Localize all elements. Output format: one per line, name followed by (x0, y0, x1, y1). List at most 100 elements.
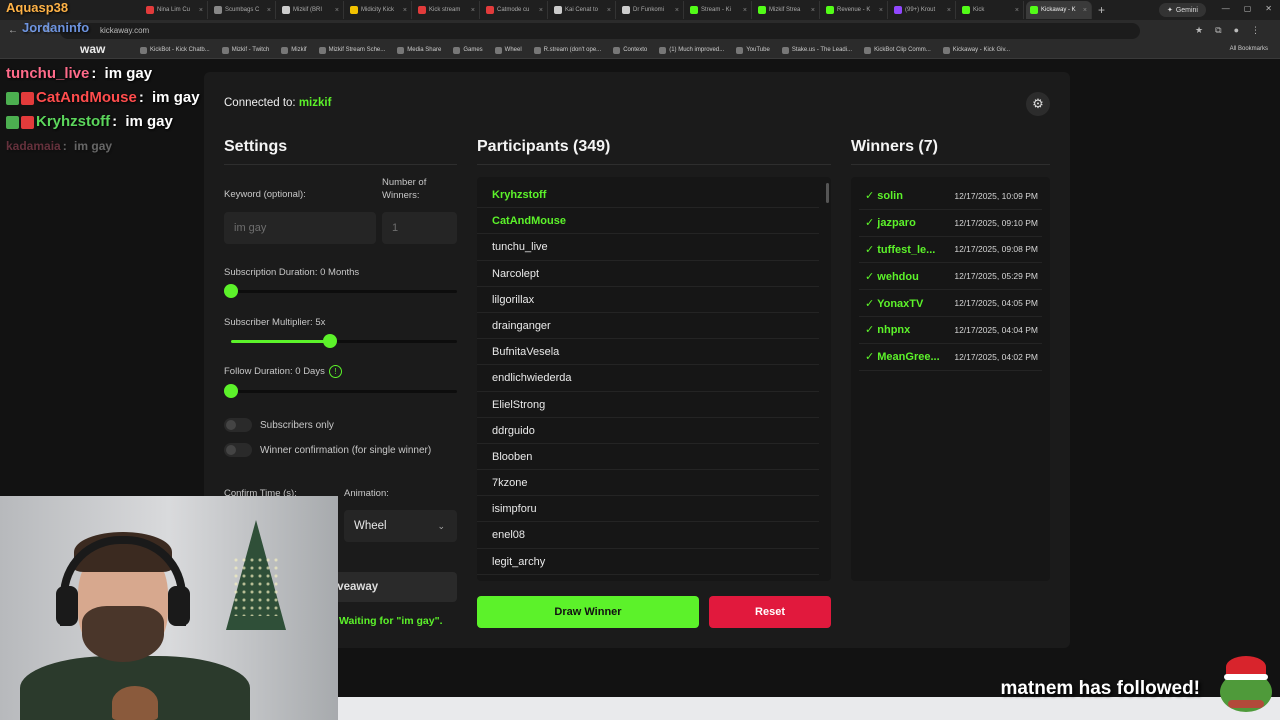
participant-row[interactable]: drainganger (477, 313, 819, 340)
winner-row[interactable]: ✓ nhpnx 12/17/2025, 04:04 PM (859, 317, 1042, 344)
browser-tab[interactable]: Catmode cu × (482, 1, 548, 19)
reset-button[interactable]: Reset (709, 596, 831, 628)
info-icon[interactable]: ! (328, 365, 342, 378)
participant-row[interactable]: ddrguido (477, 418, 819, 444)
extensions-icon[interactable]: ⧉ (1215, 25, 1221, 36)
tab-close-icon[interactable]: × (947, 7, 951, 14)
participant-row[interactable]: Kryhzstoff (477, 182, 819, 209)
settings-button[interactable]: ⚙ (1026, 92, 1050, 116)
participant-row[interactable]: tunchu_live (477, 234, 819, 261)
browser-tab[interactable]: Kai Cenat to × (550, 1, 616, 19)
bookmark-item[interactable]: R.stream (don't ope... (533, 46, 601, 54)
bookmark-item[interactable]: Wheel (494, 46, 522, 54)
bookmark-item[interactable]: Stake.us - The Leadi... (781, 46, 852, 54)
follow-duration-slider[interactable] (224, 384, 457, 398)
tab-close-icon[interactable]: × (879, 7, 883, 14)
tab-close-icon[interactable]: × (1015, 7, 1019, 14)
slider-handle[interactable] (224, 284, 238, 298)
bookmark-item[interactable]: Mizkif (281, 46, 307, 54)
winner-name: ✓ tuffest_le... (865, 243, 936, 256)
winner-row[interactable]: ✓ tuffest_le... 12/17/2025, 09:08 PM (859, 237, 1042, 264)
bookmark-star-icon[interactable]: ★ (1195, 25, 1203, 36)
maximize-icon[interactable]: ▢ (1244, 4, 1252, 13)
browser-tab[interactable]: Stream - Ki × (686, 1, 752, 19)
slider-handle[interactable] (323, 334, 338, 348)
browser-tab[interactable]: Scumbags C × (210, 1, 276, 19)
participant-row[interactable]: enel08 (477, 522, 819, 549)
browser-tab[interactable]: Mizkif Strea × (754, 1, 820, 19)
winner-confirm-toggle[interactable] (224, 443, 252, 457)
sub-duration-slider[interactable] (224, 284, 457, 298)
bookmark-item[interactable]: Media Share (397, 46, 441, 54)
menu-icon[interactable]: ⋮ (1251, 25, 1260, 36)
stream-chat-overlay: tunchu_live: im gay CatAndMouse: im gay Kr… (6, 62, 206, 158)
browser-tab[interactable]: Midicity Kick × (346, 1, 412, 19)
new-tab-button[interactable]: + (1098, 3, 1105, 17)
participant-row[interactable]: isimpforu (477, 496, 819, 523)
tab-close-icon[interactable]: × (403, 7, 407, 14)
bookmark-item[interactable]: YouTube (736, 46, 770, 54)
tab-label: Mizkif Strea (769, 7, 801, 13)
winners-count-input[interactable]: 1 (382, 212, 457, 244)
tab-close-icon[interactable]: × (199, 7, 203, 14)
participant-row[interactable]: 7kzone (477, 470, 819, 497)
subscribers-only-toggle[interactable] (224, 418, 252, 432)
winner-row[interactable]: ✓ jazparo 12/17/2025, 09:10 PM (859, 210, 1042, 237)
participant-row[interactable]: CatAndMouse (477, 208, 819, 235)
bookmark-item[interactable]: Mizkif Stream Sche... (318, 46, 385, 54)
tab-close-icon[interactable]: × (811, 7, 815, 14)
minimize-icon[interactable]: — (1222, 4, 1230, 13)
browser-tab[interactable]: Nina Lim Cu × (142, 1, 208, 19)
bookmark-item[interactable]: KickBot - Kick Chatb... (140, 46, 210, 54)
bookmark-item[interactable]: Games (453, 46, 483, 54)
gemini-button[interactable]: ✦ Gemini (1158, 3, 1206, 17)
sub-multiplier-slider[interactable] (231, 334, 457, 348)
participant-row[interactable]: lilgorillax (477, 287, 819, 313)
bookmark-item[interactable]: KickBot Clip Comm... (864, 46, 931, 54)
participant-row[interactable]: ElielStrong (477, 392, 819, 418)
participants-scrollbar[interactable] (826, 183, 829, 203)
tab-close-icon[interactable]: × (539, 7, 543, 14)
tab-close-icon[interactable]: × (743, 7, 747, 14)
participant-row[interactable]: BufnitaVesela (477, 339, 819, 366)
tab-close-icon[interactable]: × (267, 7, 271, 14)
participant-row[interactable]: endlichwiederda (477, 365, 819, 392)
winner-row[interactable]: ✓ solin 12/17/2025, 10:09 PM (859, 183, 1042, 210)
chat-badge-icon (6, 91, 19, 105)
browser-tab[interactable]: (99+) Krout × (890, 1, 956, 19)
tab-close-icon[interactable]: × (471, 7, 475, 14)
tab-close-icon[interactable]: × (1083, 7, 1087, 14)
participants-list[interactable]: Kryhzstoff CatAndMouse tunchu_live Narcolep… (477, 177, 831, 581)
url-field[interactable]: kickaway.com (60, 23, 1140, 39)
tab-close-icon[interactable]: × (335, 7, 339, 14)
winner-timestamp: 12/17/2025, 10:09 PM (954, 190, 1038, 201)
browser-tab[interactable]: Revenue - K × (822, 1, 888, 19)
bookmark-item[interactable]: Contexto (613, 46, 647, 54)
winner-row[interactable]: ✓ YonaxTV 12/17/2025, 04:05 PM (859, 290, 1042, 317)
slider-handle[interactable] (224, 384, 238, 398)
participant-row[interactable]: Narcolept (477, 261, 819, 287)
browser-tab[interactable]: Kickaway - K × (1026, 1, 1092, 19)
bookmark-item[interactable]: Mizkif - Twitch (221, 46, 269, 54)
close-window-icon[interactable]: ✕ (1265, 4, 1272, 13)
participant-row[interactable]: legit_archy (477, 549, 819, 575)
animation-select[interactable]: Wheel ⌄ (344, 510, 457, 542)
tab-favicon-icon (1030, 6, 1038, 14)
address-bar: ← → ↻ kickaway.com ★ ⧉ ● ⋮ (0, 20, 1280, 42)
participant-row[interactable]: Blooben (477, 444, 819, 471)
winner-row[interactable]: ✓ MeanGree... 12/17/2025, 04:02 PM (859, 344, 1042, 371)
profile-avatar[interactable]: ● (1234, 25, 1239, 36)
tab-close-icon[interactable]: × (675, 7, 679, 14)
back-icon[interactable]: ← (8, 25, 18, 36)
draw-winner-button[interactable]: Draw Winner (477, 596, 699, 628)
browser-tab[interactable]: Kick × (958, 1, 1024, 19)
winner-row[interactable]: ✓ wehdou 12/17/2025, 05:29 PM (859, 263, 1042, 291)
browser-tab[interactable]: Dr Funkomi × (618, 1, 684, 19)
all-bookmarks[interactable]: All Bookmarks (1230, 46, 1268, 52)
browser-tab[interactable]: Kick stream × (414, 1, 480, 19)
bookmark-item[interactable]: Kickaway - Kick Giv... (942, 46, 1010, 54)
tab-close-icon[interactable]: × (607, 7, 611, 14)
bookmark-item[interactable]: (1) Much improved... (659, 46, 724, 54)
browser-tab[interactable]: Mizkif (BRI × (278, 1, 344, 19)
keyword-input[interactable]: im gay (224, 212, 376, 244)
